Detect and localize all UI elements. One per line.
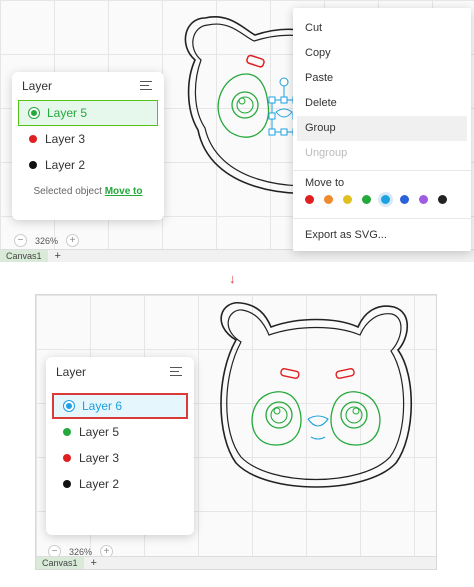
menu-divider — [293, 218, 471, 219]
layer-color-icon — [64, 401, 74, 411]
canvas-after[interactable]: Layer Layer 6 Layer 5 Layer 3 Layer 2 − … — [35, 294, 437, 570]
context-menu: Cut Copy Paste Delete Group Ungroup Move… — [293, 8, 471, 251]
swatch-black[interactable] — [438, 195, 447, 204]
menu-item-delete[interactable]: Delete — [293, 91, 471, 116]
layer-item-layer-3[interactable]: Layer 3 — [18, 126, 158, 152]
menu-divider — [293, 170, 471, 171]
layer-item-layer-3[interactable]: Layer 3 — [52, 445, 188, 471]
layer-color-icon — [29, 161, 37, 169]
color-swatches — [293, 191, 471, 204]
menu-lines-icon[interactable] — [140, 80, 154, 92]
layer-color-icon — [63, 428, 71, 436]
swatch-light-blue[interactable] — [381, 195, 390, 204]
menu-item-ungroup: Ungroup — [305, 147, 348, 159]
layer-list: Layer 6 Layer 5 Layer 3 Layer 2 — [52, 393, 188, 497]
layer-label: Layer 3 — [79, 451, 120, 465]
layer-color-icon — [63, 454, 71, 462]
tab-canvas1[interactable]: Canvas1 — [0, 249, 48, 262]
layer-item-layer-5[interactable]: Layer 5 — [52, 419, 188, 445]
layer-label: Layer 2 — [45, 158, 86, 172]
layer-item-layer-2[interactable]: Layer 2 — [18, 152, 158, 178]
zoom-level: 326% — [69, 546, 93, 557]
down-arrow-icon: ↓ — [229, 271, 236, 286]
add-canvas-button[interactable]: + — [48, 250, 68, 262]
layer-list: Layer 5 Layer 3 Layer 2 — [18, 100, 158, 178]
zoom-out-button[interactable]: − — [14, 234, 27, 247]
layer-item-layer-5[interactable]: Layer 5 — [18, 100, 158, 126]
swatch-yellow[interactable] — [343, 195, 352, 204]
menu-item-cut[interactable]: Cut — [293, 16, 471, 41]
layer-label: Layer 5 — [79, 425, 120, 439]
layer-panel-title: Layer — [56, 365, 87, 379]
layer-label: Layer 6 — [82, 399, 123, 413]
zoom-control: − 326% + — [14, 234, 80, 247]
layer-item-layer-6[interactable]: Layer 6 — [52, 393, 188, 419]
move-to-label: Move to — [305, 177, 345, 189]
swatch-orange[interactable] — [324, 195, 333, 204]
layer-label: Layer 3 — [45, 132, 86, 146]
layer-panel-title: Layer — [22, 79, 53, 93]
menu-lines-icon[interactable] — [170, 366, 184, 378]
add-canvas-button[interactable]: + — [84, 557, 104, 569]
layer-label: Layer 5 — [47, 106, 88, 120]
canvas-tabbar: Canvas1 + — [36, 556, 436, 569]
layer-panel: Layer Layer 6 Layer 5 Layer 3 Layer 2 — [46, 357, 194, 535]
zoom-level: 326% — [35, 235, 59, 246]
menu-item-copy[interactable]: Copy — [293, 41, 471, 66]
menu-item-export-svg[interactable]: Export as SVG... — [293, 223, 471, 248]
selected-object-footer: Selected object Move to — [12, 186, 164, 197]
layer-panel-header: Layer — [46, 357, 194, 387]
swatch-blue[interactable] — [400, 195, 409, 204]
separator-area — [0, 262, 474, 294]
layer-label: Layer 2 — [79, 477, 120, 491]
swatch-red[interactable] — [305, 195, 314, 204]
menu-item-group[interactable]: Group — [297, 116, 467, 141]
selected-object-label: Selected object — [33, 186, 102, 197]
layer-color-icon — [63, 480, 71, 488]
tab-canvas1[interactable]: Canvas1 — [36, 556, 84, 569]
zoom-in-button[interactable]: + — [66, 234, 80, 247]
layer-panel: Layer Layer 5 Layer 3 Layer 2 Selected o… — [12, 72, 164, 220]
canvas-before[interactable]: Layer Layer 5 Layer 3 Layer 2 Selected o… — [0, 0, 474, 262]
swatch-purple[interactable] — [419, 195, 428, 204]
layer-panel-header: Layer — [12, 72, 164, 100]
layer-color-icon — [29, 135, 37, 143]
layer-item-layer-2[interactable]: Layer 2 — [52, 471, 188, 497]
move-to-link[interactable]: Move to — [105, 186, 143, 197]
menu-item-paste[interactable]: Paste — [293, 66, 471, 91]
swatch-green[interactable] — [362, 195, 371, 204]
layer-color-icon — [29, 108, 39, 118]
